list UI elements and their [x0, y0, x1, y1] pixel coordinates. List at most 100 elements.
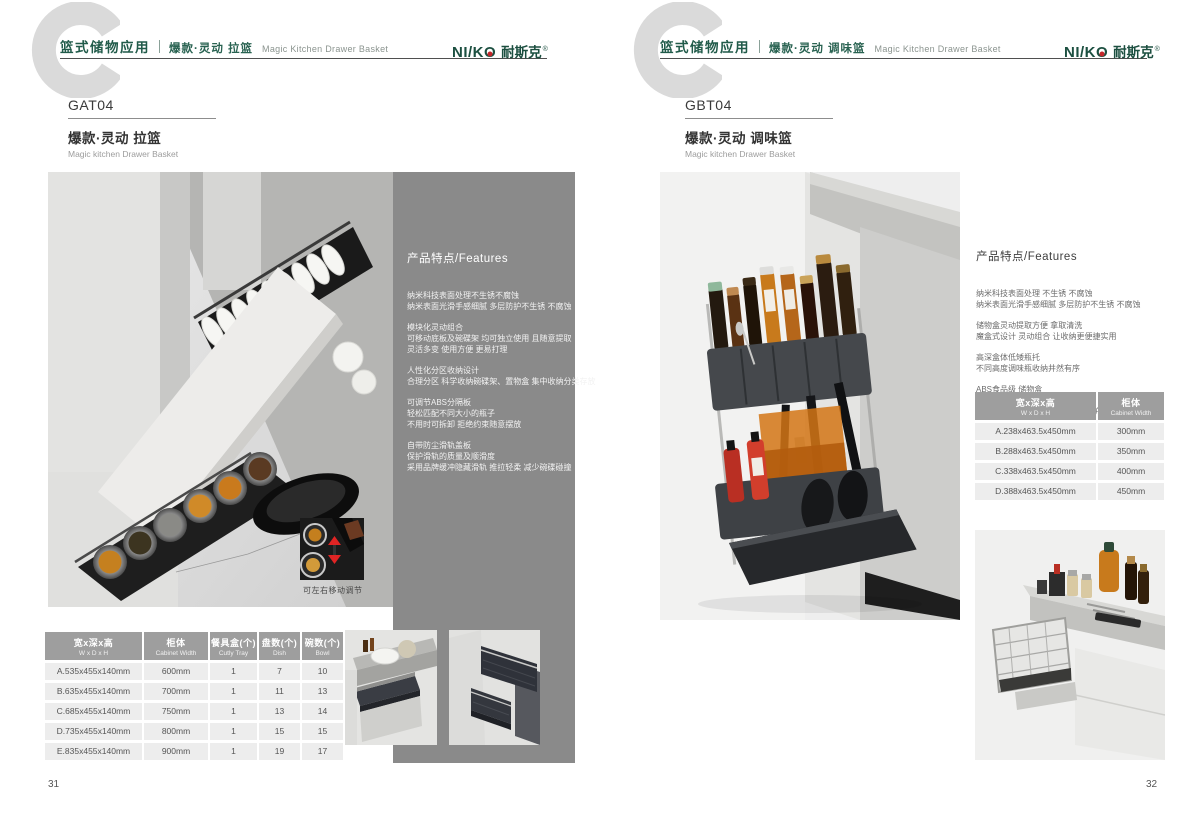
- table-header-cell: 柜体Cabinet Width: [1098, 392, 1164, 420]
- product-block-right: GBT04 爆款·灵动 调味篮 Magic kitchen Drawer Bas…: [685, 97, 905, 159]
- header-category: 篮式储物应用: [660, 36, 750, 56]
- table-cell: 450mm: [1098, 483, 1164, 500]
- product-title-cn: 爆款·灵动 调味篮: [685, 127, 905, 147]
- table-cell: 1: [210, 723, 257, 740]
- feature-line: 纳米科技表面处理不生锈不腐蚀: [407, 290, 563, 301]
- table-cell: 600mm: [144, 663, 208, 680]
- spec-table-left: 宽x深x高W x D x H柜体Cabinet Width餐具盒(个)Cutly…: [45, 632, 345, 763]
- table-cell: 13: [302, 683, 343, 700]
- table-cell: 800mm: [144, 723, 208, 740]
- table-cell: C.338x463.5x450mm: [975, 463, 1096, 480]
- table-row: B.635x455x140mm700mm11113: [45, 683, 345, 700]
- brand-logo-cn: 耐斯克: [501, 41, 542, 61]
- product-rule: [685, 118, 833, 119]
- brand-logo-cn: 耐斯克: [1113, 41, 1154, 61]
- table-cell: 1: [210, 743, 257, 760]
- table-cell: 900mm: [144, 743, 208, 760]
- table-cell: 10: [302, 663, 343, 680]
- features-title: 产品特点/Features: [407, 250, 563, 266]
- feature-line: 纳米科技表面处理 不生锈 不腐蚀: [976, 288, 1176, 299]
- feature-line: 可移动底板及碗碟架 均可独立使用 且随意提取: [407, 333, 563, 344]
- product-block-left: GAT04 爆款·灵动 拉篮 Magic kitchen Drawer Bask…: [68, 97, 288, 159]
- feature-group: 高深盒体低矮瓶托不同高度调味瓶收纳井然有序: [976, 352, 1176, 374]
- table-cell: 15: [259, 723, 300, 740]
- table-cell: A.535x455x140mm: [45, 663, 142, 680]
- table-cell: 13: [259, 703, 300, 720]
- features-list: 纳米科技表面处理不生锈不腐蚀纳米表面光滑手感细腻 多层防护不生锈 不腐蚀模块化灵…: [407, 290, 563, 473]
- table-header-row: 宽x深x高W x D x H柜体Cabinet Width餐具盒(个)Cutly…: [45, 632, 345, 660]
- thumb-photo-left-2: [449, 630, 540, 745]
- table-cell: 700mm: [144, 683, 208, 700]
- table-cell: 11: [259, 683, 300, 700]
- table-row: A.238x463.5x450mm300mm: [975, 423, 1166, 440]
- feature-line: 轻松匹配不同大小的瓶子: [407, 408, 563, 419]
- feature-line: 自带防尘滑轨盖板: [407, 440, 563, 451]
- brand-logo-text: NI/K: [452, 44, 484, 61]
- table-cell: E.835x455x140mm: [45, 743, 142, 760]
- table-row: C.685x455x140mm750mm11314: [45, 703, 345, 720]
- detail-inset-photo: [300, 518, 364, 580]
- header-divider: [759, 40, 760, 53]
- table-header-cell: 宽x深x高W x D x H: [45, 632, 142, 660]
- page-header-left: 篮式储物应用 爆款·灵动 拉篮 Magic Kitchen Drawer Bas…: [60, 36, 388, 56]
- table-cell: 750mm: [144, 703, 208, 720]
- feature-line: 可调节ABS分隔板: [407, 397, 563, 408]
- feature-line: 模块化灵动组合: [407, 322, 563, 333]
- spec-table-right: 宽x深x高W x D x H柜体Cabinet Width A.238x463.5…: [975, 392, 1166, 503]
- table-cell: C.685x455x140mm: [45, 703, 142, 720]
- registered-mark: ®: [1155, 46, 1160, 53]
- brand-logo-text: NI/K: [1064, 44, 1096, 61]
- table-cell: 17: [302, 743, 343, 760]
- feature-line: 保护滑轨的质量及顺滑度: [407, 451, 563, 462]
- table-cell: D.388x463.5x450mm: [975, 483, 1096, 500]
- table-cell: 14: [302, 703, 343, 720]
- product-title-en: Magic kitchen Drawer Basket: [68, 149, 288, 159]
- feature-group: 储物盒灵动提取方便 拿取清洗魔盒式设计 灵动组合 让收纳更便捷实用: [976, 320, 1176, 342]
- table-row: E.835x455x140mm900mm11917: [45, 743, 345, 760]
- table-cell: B.288x463.5x450mm: [975, 443, 1096, 460]
- table-cell: 400mm: [1098, 463, 1164, 480]
- table-cell: 350mm: [1098, 443, 1164, 460]
- feature-group: 自带防尘滑轨盖板保护滑轨的质量及顺滑度采用品牌缓冲隐藏滑轨 推拉轻柔 减少碗碟碰…: [407, 440, 563, 473]
- table-row: D.735x455x140mm800mm11515: [45, 723, 345, 740]
- header-category: 篮式储物应用: [60, 36, 150, 56]
- product-code: GBT04: [685, 97, 905, 113]
- feature-group: 人性化分区收纳设计合理分区 科学收纳碗碟架、置物盒 集中收纳分类存放: [407, 365, 563, 387]
- header-series: 爆款·灵动 调味篮: [769, 40, 866, 56]
- feature-group: 可调节ABS分隔板轻松匹配不同大小的瓶子不用时可拆卸 拒绝约束随意摆放: [407, 397, 563, 430]
- table-header-row: 宽x深x高W x D x H柜体Cabinet Width: [975, 392, 1166, 420]
- table-cell: 300mm: [1098, 423, 1164, 440]
- table-cell: 1: [210, 703, 257, 720]
- logo-red-dot-icon: [488, 51, 493, 56]
- table-cell: 19: [259, 743, 300, 760]
- table-cell: D.735x455x140mm: [45, 723, 142, 740]
- header-series: 爆款·灵动 拉篮: [169, 40, 253, 56]
- brand-logo-left: NI/KO 耐斯克 ®: [452, 41, 548, 61]
- feature-line: 不同高度调味瓶收纳井然有序: [976, 363, 1176, 374]
- product-title-en: Magic kitchen Drawer Basket: [685, 149, 905, 159]
- page-number-right: 32: [1146, 779, 1157, 790]
- table-row: C.338x463.5x450mm400mm: [975, 463, 1166, 480]
- feature-group: 纳米科技表面处理不生锈不腐蚀纳米表面光滑手感细腻 多层防护不生锈 不腐蚀: [407, 290, 563, 312]
- feature-line: 采用品牌缓冲隐藏滑轨 推拉轻柔 减少碗碟碰撞: [407, 462, 563, 473]
- feature-group: 纳米科技表面处理 不生锈 不腐蚀纳米表面光滑手感细腻 多层防护不生锈 不腐蚀: [976, 288, 1176, 310]
- table-header-cell: 盘数(个)Dish: [259, 632, 300, 660]
- product-title-cn: 爆款·灵动 拉篮: [68, 127, 288, 147]
- table-row: A.535x455x140mm600mm1710: [45, 663, 345, 680]
- feature-line: 人性化分区收纳设计: [407, 365, 563, 376]
- table-header-cell: 柜体Cabinet Width: [144, 632, 208, 660]
- feature-group: 模块化灵动组合可移动底板及碗碟架 均可独立使用 且随意提取灵活多变 使用方便 更…: [407, 322, 563, 355]
- header-divider: [159, 40, 160, 53]
- brand-logo-right: NI/KO 耐斯克 ®: [1064, 41, 1160, 61]
- feature-line: 储物盒灵动提取方便 拿取清洗: [976, 320, 1176, 331]
- table-header-cell: 宽x深x高W x D x H: [975, 392, 1096, 420]
- table-cell: 7: [259, 663, 300, 680]
- feature-line: 魔盒式设计 灵动组合 让收纳更便捷实用: [976, 331, 1176, 342]
- header-subtitle-en: Magic Kitchen Drawer Basket: [262, 44, 388, 54]
- registered-mark: ®: [543, 46, 548, 53]
- product-rule: [68, 118, 216, 119]
- catalog-spread: 篮式储物应用 爆款·灵动 拉篮 Magic Kitchen Drawer Bas…: [0, 0, 1200, 820]
- table-cell: 15: [302, 723, 343, 740]
- main-product-photo-right: [660, 172, 960, 620]
- logo-red-dot-icon: [1100, 51, 1105, 56]
